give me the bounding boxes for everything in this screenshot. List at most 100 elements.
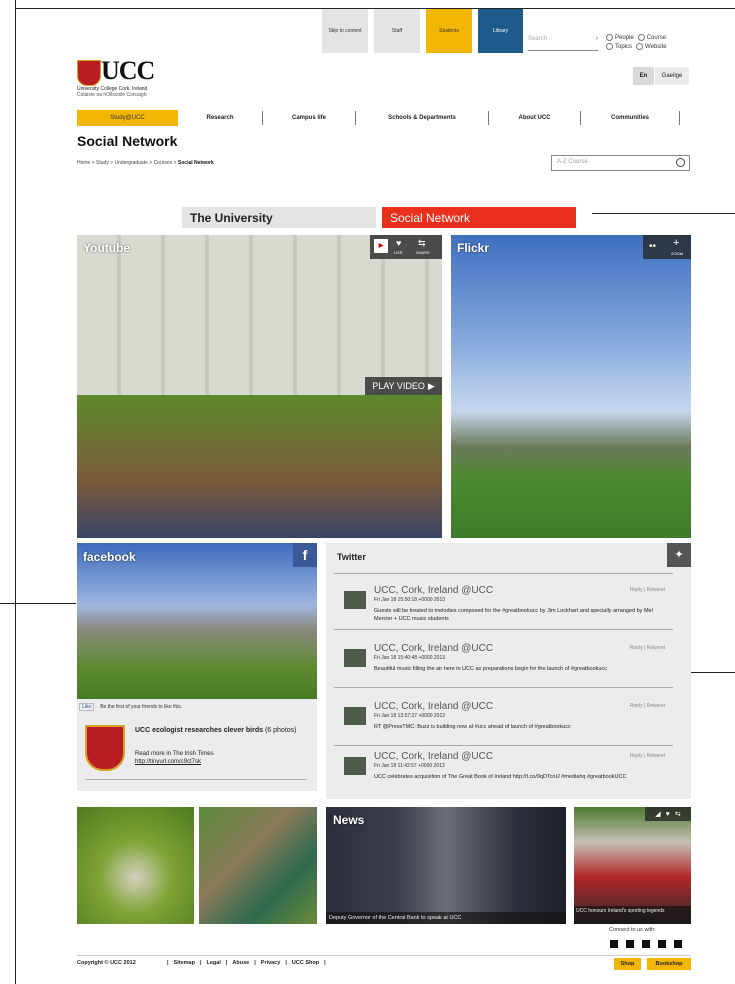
twitter-bird-icon[interactable]: ✦ <box>667 543 691 567</box>
breadcrumb: Home > Study > Undergraduate > Courses >… <box>77 160 214 166</box>
logo-subtitle-irish: Coláiste na hOllscoile Corcaigh <box>77 92 147 98</box>
skip-to-content-link[interactable]: Skip to content <box>322 9 368 53</box>
footer-link-ucc-shop[interactable]: UCC Shop <box>292 960 319 966</box>
share-icon[interactable]: ⇆ <box>675 810 681 818</box>
nav-communities[interactable]: Communities <box>581 110 679 126</box>
honours-photo[interactable]: ◢ ♥ ⇆ UCC honours Ireland's sporting legen… <box>574 807 691 924</box>
like-label: LIKE <box>394 250 403 255</box>
reply-link[interactable]: Reply <box>630 703 643 709</box>
play-video-label: PLAY VIDEO <box>372 381 425 391</box>
divider <box>334 573 673 574</box>
staff-link[interactable]: Staff <box>374 9 420 53</box>
youtube-panel[interactable]: Youtube ▶ ♥ LIKE ⇆ SHARE PLAY VIDEO ▶ <box>77 235 442 538</box>
rss-icon[interactable]: ◢ <box>655 810 660 818</box>
twitter-icon[interactable] <box>610 940 618 948</box>
reply-link[interactable]: Reply <box>630 587 643 593</box>
flickr-panel[interactable]: Flickr •• + ZOOM <box>451 235 691 538</box>
news-label: News <box>333 813 365 827</box>
honours-caption: UCC honours Ireland's sporting legends <box>574 906 691 924</box>
zoom-icon[interactable]: + <box>673 237 679 249</box>
footer-link-abuse[interactable]: Abuse <box>232 960 249 966</box>
footer-links: | Sitemap | Legal | Abuse | Privacy | UCC Sho… <box>167 960 326 966</box>
facebook-like-button[interactable]: Like <box>79 703 95 711</box>
callout-line-tabs <box>592 213 735 214</box>
facebook-icon[interactable]: f <box>293 543 317 567</box>
bookshop-button[interactable]: Bookshop <box>647 958 691 970</box>
youtube-icon[interactable]: ▶ <box>374 239 388 253</box>
students-link[interactable]: Students <box>426 9 472 53</box>
facebook-icon[interactable] <box>626 940 634 948</box>
nav-study[interactable]: Study@UCC <box>77 110 178 126</box>
news-caption: Deputy Governor of the Central Bank to s… <box>326 912 566 924</box>
nav-campus-life[interactable]: Campus life <box>263 110 355 126</box>
tweet-avatar <box>344 757 366 775</box>
reply-link[interactable]: Reply <box>630 645 643 651</box>
tweet-actions: Reply | Retweet <box>629 753 665 759</box>
play-video-button[interactable]: PLAY VIDEO ▶ <box>365 377 442 395</box>
zoom-label: ZOOM <box>671 251 683 256</box>
nav-schools[interactable]: Schools & Departments <box>356 110 488 126</box>
logo-wordmark: UCC <box>101 56 155 85</box>
tweet-date: Fri Jan 18 13:57:37 +0000 2013 <box>374 713 446 719</box>
tweet-actions: Reply | Retweet <box>629 587 665 593</box>
footer-link-sitemap[interactable]: Sitemap <box>174 960 195 966</box>
ucc-crest-icon <box>85 725 125 771</box>
az-placeholder: A-Z Course <box>557 159 588 165</box>
youtube-icon[interactable] <box>674 940 682 948</box>
radio-people[interactable]: People <box>606 34 634 41</box>
connect-text: Connect to us with: <box>609 927 656 933</box>
library-link[interactable]: Library <box>478 9 523 53</box>
building-image <box>77 235 442 395</box>
share-label: SHARE <box>416 250 430 255</box>
tweet-author[interactable]: UCC, Cork, Ireland @UCC <box>374 643 493 654</box>
reply-link[interactable]: Reply <box>630 753 643 759</box>
facebook-read-more: Read more in The Irish Times <box>135 751 214 757</box>
footer-divider <box>77 955 691 956</box>
nav-about[interactable]: About UCC <box>489 110 580 126</box>
flickr-icon[interactable] <box>642 940 650 948</box>
ucc-crest-icon <box>77 60 101 86</box>
facebook-post-link[interactable]: http://tinyurl.com/c9ct7sk <box>135 759 201 765</box>
site-search-input[interactable]: Search › <box>528 36 598 51</box>
twitter-title: Twitter <box>337 552 366 562</box>
flickr-dots-icon[interactable]: •• <box>649 241 656 252</box>
share-icon[interactable]: ⇆ <box>418 238 426 249</box>
lang-english[interactable]: En <box>633 67 654 85</box>
page-title: Social Network <box>77 133 178 149</box>
footer-link-privacy[interactable]: Privacy <box>261 960 281 966</box>
heart-icon[interactable]: ♥ <box>396 238 401 248</box>
tab-social-network[interactable]: Social Network <box>382 207 576 228</box>
bird-photo-1[interactable] <box>77 807 194 924</box>
retweet-link[interactable]: Retweet <box>647 645 665 651</box>
retweet-link[interactable]: Retweet <box>647 703 665 709</box>
retweet-link[interactable]: Retweet <box>647 753 665 759</box>
tweet-date: Fri Jan 18 15:50:18 +0000 2013 <box>374 597 446 603</box>
retweet-link[interactable]: Retweet <box>647 587 665 593</box>
radio-topics[interactable]: Topics <box>606 43 632 50</box>
tab-the-university[interactable]: The University <box>182 207 376 228</box>
search-arrow-icon[interactable]: › <box>596 36 598 42</box>
news-panel[interactable]: News Deputy Governor of the Central Bank… <box>326 807 566 924</box>
facebook-photo[interactable] <box>77 543 317 699</box>
frame-left-line <box>15 0 16 984</box>
radio-website[interactable]: Website <box>636 43 667 50</box>
bird-photo-2[interactable] <box>199 807 317 924</box>
tweet-author[interactable]: UCC, Cork, Ireland @UCC <box>374 585 493 596</box>
tweet-author[interactable]: UCC, Cork, Ireland @UCC <box>374 701 493 712</box>
facebook-post-title[interactable]: UCC ecologist researches clever birds (6… <box>135 727 305 734</box>
nav-research[interactable]: Research <box>178 110 262 126</box>
callout-line-facebook <box>0 603 76 604</box>
lang-gaeilge[interactable]: Gaeilge <box>655 67 689 85</box>
tweet-author[interactable]: UCC, Cork, Ireland @UCC <box>374 751 493 762</box>
radio-course[interactable]: Course <box>637 34 666 41</box>
heart-icon[interactable]: ♥ <box>666 811 670 818</box>
tweet-item: UCC, Cork, Ireland @UCC Fri Jan 18 15:40… <box>334 635 673 688</box>
tweet-text: Guests will be treated to melodies compo… <box>374 608 653 622</box>
footer-link-legal[interactable]: Legal <box>207 960 221 966</box>
az-course-input[interactable]: A-Z Course <box>551 155 690 171</box>
search-icon[interactable] <box>676 158 685 167</box>
students-image <box>77 395 442 538</box>
tweet-date: Fri Jan 18 11:42:57 +0000 2013 <box>374 763 445 769</box>
shop-button[interactable]: Shop <box>614 958 641 970</box>
linkedin-icon[interactable] <box>658 940 666 948</box>
